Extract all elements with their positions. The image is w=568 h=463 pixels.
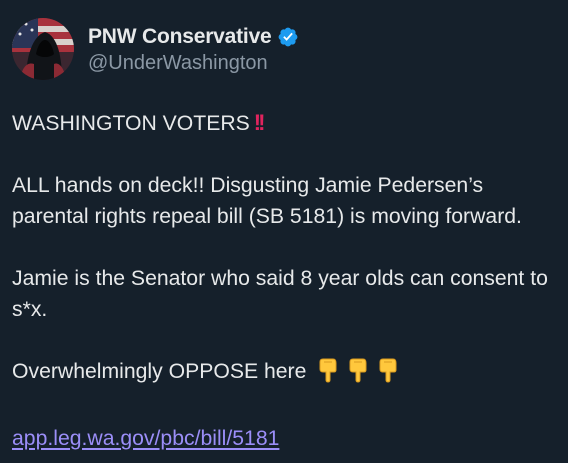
bill-link[interactable]: app.leg.wa.gov/pbc/bill/5181 <box>12 427 279 450</box>
paragraph-1: ALL hands on deck!! Disgusting Jamie Ped… <box>12 174 522 228</box>
tweet-text: WASHINGTON VOTERS!! ALL hands on deck!! … <box>12 107 562 454</box>
point-down-icon <box>349 358 367 383</box>
paragraph-3-line: Overwhelmingly OPPOSE here <box>12 356 562 392</box>
point-down-icon <box>379 358 397 383</box>
tweet-card: PNW Conservative @UnderWashington WASHIN… <box>0 0 568 463</box>
verified-badge-icon <box>277 26 299 48</box>
heading-line: WASHINGTON VOTERS!! <box>12 107 562 139</box>
double-exclamation-icon: !! <box>253 110 266 135</box>
handle[interactable]: @UnderWashington <box>88 52 299 75</box>
emoji-group <box>316 357 406 392</box>
tweet-header: PNW Conservative @UnderWashington <box>12 14 299 84</box>
avatar[interactable] <box>12 18 74 80</box>
hooded-figure-flag-avatar-icon <box>12 18 74 80</box>
paragraph-2: Jamie is the Senator who said 8 year old… <box>12 267 548 321</box>
display-name[interactable]: PNW Conservative <box>88 25 272 49</box>
paragraph-3: Overwhelmingly OPPOSE here <box>12 360 307 383</box>
link-line: app.leg.wa.gov/pbc/bill/5181 <box>12 423 562 454</box>
heading-text: WASHINGTON VOTERS <box>12 112 250 135</box>
author-names: PNW Conservative @UnderWashington <box>88 23 299 75</box>
point-down-icon <box>319 358 337 383</box>
